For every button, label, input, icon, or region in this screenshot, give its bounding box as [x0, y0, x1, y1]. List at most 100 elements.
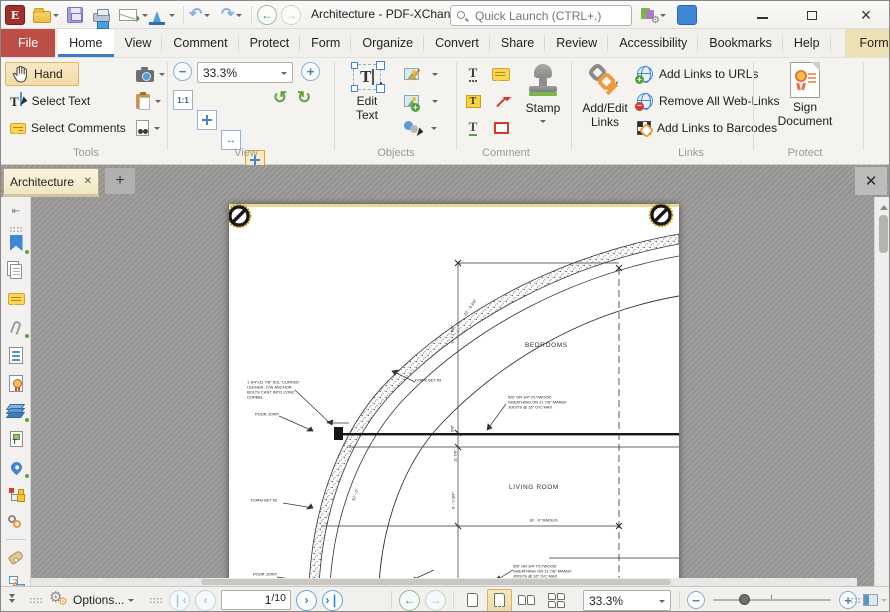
tab-protect[interactable]: Protect [239, 29, 301, 57]
rectangle-tool-button[interactable] [489, 116, 513, 140]
quick-launch-input[interactable] [473, 7, 625, 24]
snapshot-button[interactable] [131, 62, 170, 86]
chevron-down-icon[interactable] [142, 14, 149, 20]
chevron-down-icon[interactable] [159, 73, 165, 79]
rotate-cw-button[interactable]: ↻ [297, 89, 311, 106]
document-tab-architecture[interactable]: Architecture ✕ [3, 168, 99, 194]
chevron-down-icon[interactable] [53, 14, 59, 20]
minimize-button[interactable] [743, 1, 781, 29]
chevron-down-icon[interactable] [204, 14, 211, 20]
close-button[interactable]: × [847, 1, 885, 29]
chevron-down-icon[interactable] [155, 100, 161, 106]
chevron-down-icon[interactable] [236, 14, 243, 20]
select-text-button[interactable]: T Select Text [5, 89, 95, 113]
paste-button[interactable] [131, 89, 166, 113]
destinations-panel-button[interactable] [6, 457, 29, 478]
tab-convert[interactable]: Convert [424, 29, 490, 57]
next-page-button[interactable]: › [296, 589, 317, 611]
continuous-page-button[interactable] [487, 588, 512, 611]
close-tab-icon[interactable]: ✕ [84, 176, 92, 187]
statusbar-zoom-combobox[interactable]: 33.3% [583, 590, 671, 611]
first-page-button[interactable]: ❘‹ [169, 589, 190, 611]
chevron-down-icon[interactable] [540, 119, 546, 126]
pdf-page[interactable]: BEDROOMS LIVING ROOM FORM SET #3 FORM SE… [229, 204, 679, 586]
email-button[interactable]: ➜ [119, 4, 149, 26]
sign-document-button[interactable]: Sign Document [769, 62, 841, 129]
tab-comment[interactable]: Comment [162, 29, 239, 57]
new-tab-button[interactable]: + [105, 168, 135, 194]
close-document-button[interactable]: ✕ [855, 167, 887, 195]
ribbon-zoom-combobox[interactable]: 33.3% [197, 62, 293, 83]
open-file-button[interactable] [33, 4, 59, 26]
tab-accessibility[interactable]: Accessibility [608, 29, 699, 57]
quick-launch-box[interactable] [450, 5, 632, 26]
chevron-down-icon[interactable] [154, 127, 160, 133]
last-page-button[interactable]: ›❘ [322, 589, 343, 611]
rotate-ccw-button[interactable]: ↺ [273, 89, 287, 106]
actual-size-button[interactable]: 1:1 [173, 90, 193, 110]
fullscreen-button[interactable] [677, 4, 697, 26]
add-links-urls-button[interactable]: + Add Links to URLs [635, 62, 758, 86]
chevron-down-icon[interactable] [169, 14, 175, 20]
zoom-out-button[interactable]: − [687, 591, 705, 609]
pane-drag-handle[interactable] [847, 587, 861, 611]
zoom-in-button[interactable]: + [301, 62, 320, 81]
underline-tool-button[interactable]: T [461, 116, 485, 140]
sticky-note-tool-button[interactable] [489, 62, 513, 86]
chevron-down-icon[interactable] [660, 14, 666, 20]
tab-help[interactable]: Help [783, 29, 831, 57]
redo-button[interactable]: ↷ [221, 4, 243, 26]
scroll-up-arrow-icon[interactable] [880, 201, 888, 210]
statusbar-drag-handle[interactable] [29, 587, 43, 611]
two-page-button[interactable] [514, 589, 539, 612]
page-number-input[interactable] [243, 593, 272, 607]
stamp-button[interactable]: Stamp [519, 64, 567, 126]
previous-view-button[interactable]: ← [399, 589, 420, 611]
chevron-down-icon[interactable] [432, 73, 438, 79]
select-objects-button[interactable] [399, 116, 442, 140]
zoom-slider[interactable] [713, 594, 831, 605]
panes-button[interactable] [863, 587, 887, 611]
two-page-continuous-button[interactable] [541, 589, 571, 612]
tab-form[interactable]: Form [300, 29, 352, 57]
select-comments-button[interactable]: Select Comments [5, 116, 131, 140]
history-back-button[interactable]: ← [257, 4, 277, 26]
signatures-panel-button[interactable] [6, 373, 26, 393]
chevron-down-icon[interactable] [432, 100, 438, 106]
scan-button[interactable] [149, 4, 175, 26]
tags-panel-button[interactable] [6, 547, 26, 567]
options-button[interactable]: ⚙ ⚙ Options... [49, 587, 135, 611]
highlight-tool-button[interactable]: T [461, 89, 485, 113]
fields-panel-button[interactable] [6, 345, 26, 365]
edit-image-button[interactable] [399, 62, 443, 86]
search-button[interactable] [131, 116, 165, 140]
arrow-tool-button[interactable] [489, 89, 513, 113]
collapse-statusbar-button[interactable] [9, 587, 15, 611]
vertical-scroll-thumb[interactable] [879, 215, 888, 253]
tab-view[interactable]: View [114, 29, 163, 57]
structure-panel-button[interactable] [6, 485, 26, 505]
ui-options-button[interactable]: ⚙ [641, 4, 666, 26]
fit-page-button[interactable] [197, 110, 217, 130]
typewriter-tool-button[interactable]: T [461, 62, 485, 86]
add-image-button[interactable]: + [399, 89, 443, 113]
remove-web-links-button[interactable]: − Remove All Web-Links [635, 89, 780, 113]
save-button[interactable] [67, 4, 83, 26]
layers-panel-button[interactable] [5, 401, 29, 422]
bookmarks-panel-button[interactable] [6, 233, 29, 254]
print-button[interactable] [93, 4, 110, 29]
maximize-button[interactable] [793, 1, 831, 29]
edit-text-button[interactable]: T Edit Text [341, 62, 393, 123]
horizontal-scroll-thumb[interactable] [201, 579, 671, 585]
tab-organize[interactable]: Organize [351, 29, 424, 57]
page-number-box[interactable]: /10 [221, 590, 291, 610]
horizontal-scrollbar[interactable] [31, 578, 857, 586]
tab-format[interactable]: Format [844, 29, 889, 57]
document-canvas[interactable]: BEDROOMS LIVING ROOM FORM SET #3 FORM SE… [31, 197, 874, 586]
zoom-out-button[interactable]: − [173, 62, 192, 81]
links-panel-button[interactable] [6, 513, 26, 533]
collapse-panel-button[interactable]: ⇤ [6, 201, 26, 221]
comments-panel-button[interactable] [6, 289, 26, 309]
add-edit-links-button[interactable]: Add/Edit Links [577, 61, 633, 130]
add-links-barcodes-button[interactable]: Add Links to Barcodes [637, 116, 777, 140]
